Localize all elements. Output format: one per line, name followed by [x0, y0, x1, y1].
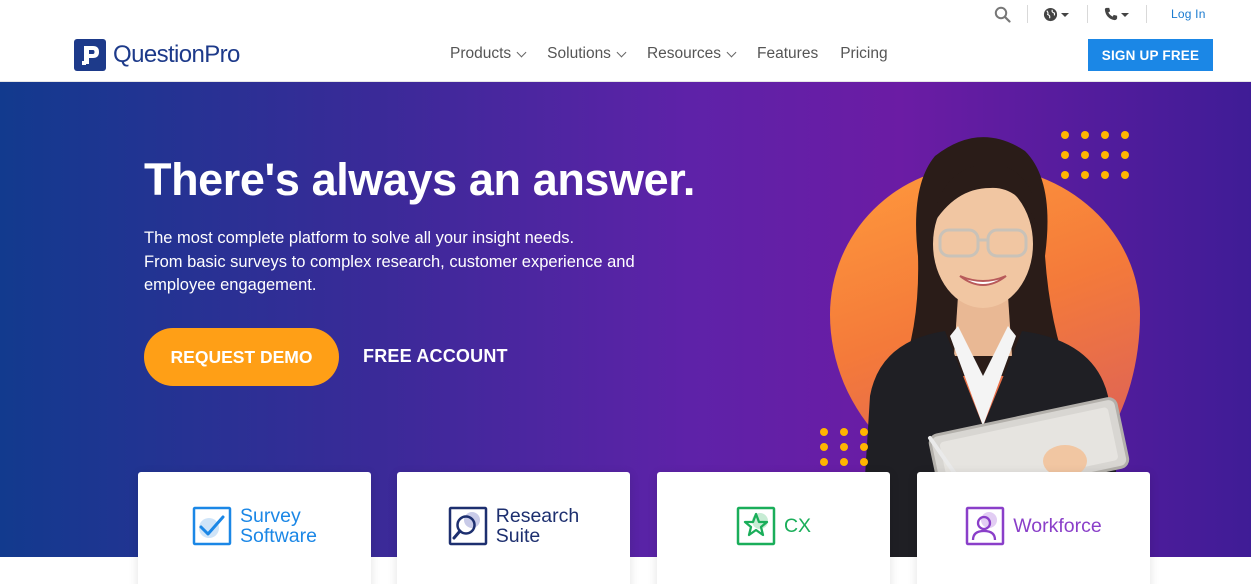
research-magnifier-icon: [448, 506, 488, 546]
primary-menu: Products Solutions Resources Features Pr…: [450, 45, 910, 63]
menu-item-pricing[interactable]: Pricing: [840, 45, 887, 63]
divider: [1087, 5, 1088, 23]
card-label: Survey Software: [240, 505, 317, 547]
survey-check-icon: [192, 506, 232, 546]
product-card-research-suite[interactable]: Research Suite: [397, 472, 630, 584]
chevron-down-icon: [616, 47, 627, 57]
menu-label: Solutions: [547, 45, 611, 62]
phone-icon: [1104, 7, 1118, 21]
chevron-down-icon: [1061, 13, 1069, 17]
main-nav: QuestionPro Products Solutions Resources…: [0, 28, 1251, 82]
logo[interactable]: QuestionPro: [74, 39, 240, 71]
search-button[interactable]: [994, 4, 1011, 24]
free-account-link[interactable]: FREE ACCOUNT: [363, 346, 508, 367]
hero-subtitle-line: The most complete platform to solve all …: [144, 229, 575, 247]
chevron-down-icon: [726, 47, 737, 57]
login-link[interactable]: Log In: [1171, 4, 1206, 24]
hero-subtitle: The most complete platform to solve all …: [144, 227, 704, 298]
card-label: Research Suite: [495, 505, 580, 547]
logo-mark-icon: [74, 39, 106, 71]
request-demo-button[interactable]: REQUEST DEMO: [144, 328, 339, 386]
menu-item-resources[interactable]: Resources: [646, 45, 737, 63]
product-card-survey-software[interactable]: Survey Software: [138, 472, 371, 584]
language-selector[interactable]: [1043, 4, 1069, 24]
workforce-person-icon: [966, 506, 1005, 546]
product-card-workforce[interactable]: Workforce: [917, 472, 1150, 584]
menu-item-features[interactable]: Features: [757, 45, 818, 63]
cx-star-icon: [736, 506, 776, 546]
utility-bar: Log In: [0, 0, 1251, 28]
decorative-dots: [820, 428, 868, 466]
divider: [1027, 5, 1028, 23]
card-label: CX: [783, 515, 812, 537]
globe-icon: [1043, 7, 1058, 21]
menu-label: Pricing: [840, 45, 888, 62]
hero-subtitle-line: From basic surveys to complex research, …: [144, 252, 635, 295]
menu-label: Products: [450, 45, 512, 62]
logo-text: QuestionPro: [113, 41, 240, 68]
search-icon: [994, 6, 1011, 23]
card-label: Workforce: [1013, 515, 1102, 537]
menu-label: Features: [757, 45, 819, 62]
chevron-down-icon: [516, 47, 527, 57]
signup-free-button[interactable]: SIGN UP FREE: [1088, 39, 1213, 71]
hero-title: There's always an answer.: [144, 154, 696, 205]
phone-selector[interactable]: [1104, 4, 1129, 24]
chevron-down-icon: [1121, 13, 1129, 17]
menu-label: Resources: [646, 45, 722, 62]
divider: [1146, 5, 1147, 23]
product-card-cx[interactable]: CX: [657, 472, 890, 584]
menu-item-solutions[interactable]: Solutions: [547, 45, 627, 63]
menu-item-products[interactable]: Products: [450, 45, 527, 63]
